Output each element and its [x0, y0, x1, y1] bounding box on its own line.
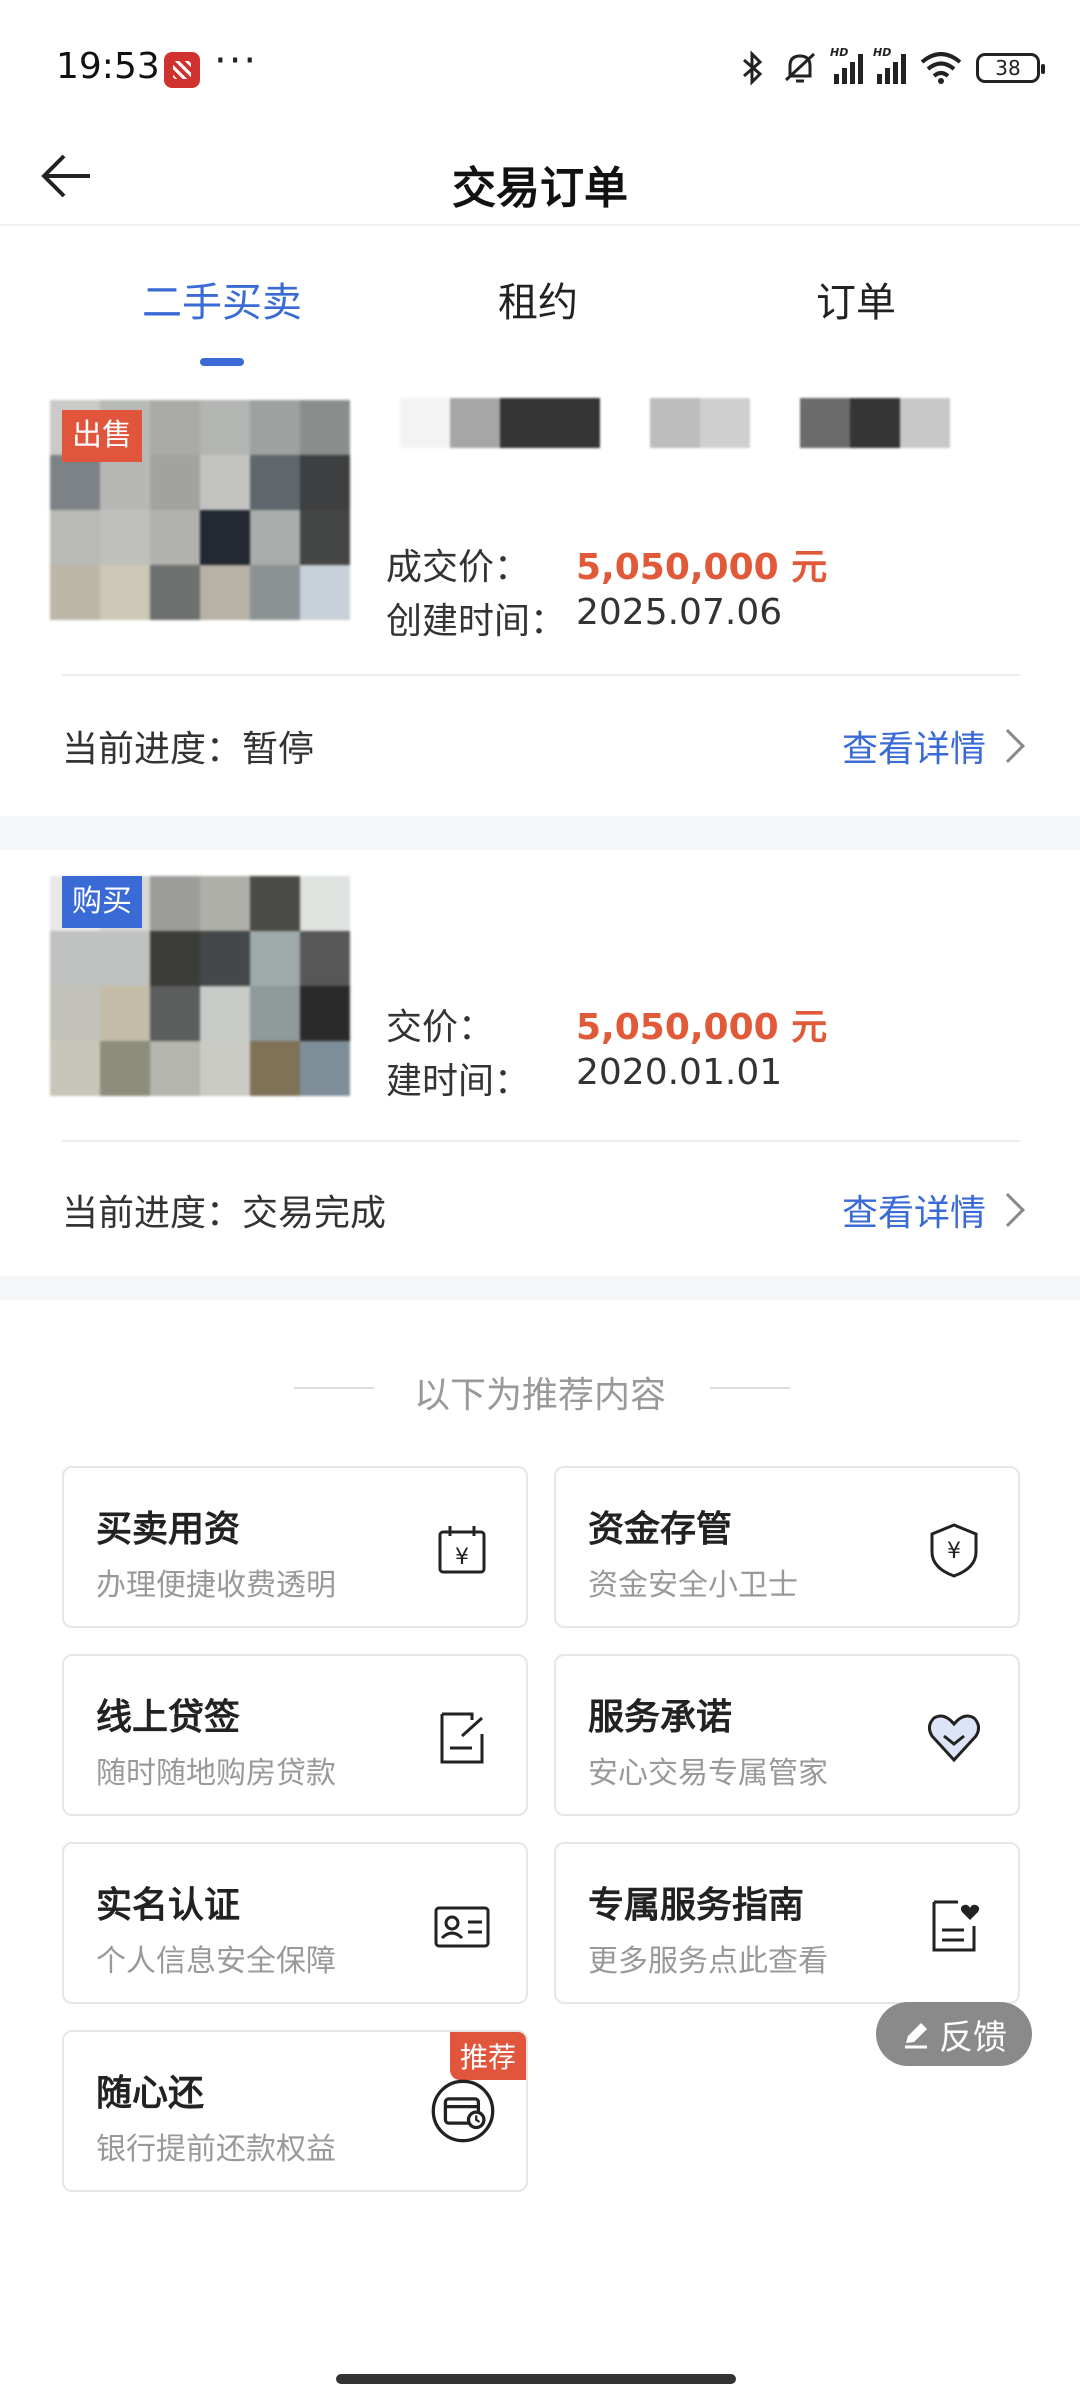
date-label: 建时间： — [386, 1061, 531, 1102]
status-time: 19:53 — [56, 46, 160, 87]
service-title: 线上贷签 — [96, 1697, 241, 1738]
service-card-early-repayment[interactable]: 随心还 银行提前还款权益 推荐 — [62, 2030, 528, 2192]
view-detail-label: 查看详情 — [841, 1193, 986, 1234]
tab-bar: 二手买卖 租约 订单 — [0, 270, 1080, 370]
feedback-button[interactable]: 反馈 — [876, 2002, 1032, 2066]
created-date: 2025.07.06 — [576, 592, 783, 633]
progress-label: 当前进度： — [62, 1193, 243, 1234]
service-title: 买卖用资 — [96, 1509, 241, 1550]
app-notification-icon — [164, 52, 200, 88]
feedback-label: 反馈 — [939, 2017, 1007, 2058]
property-title-blurred — [400, 398, 950, 448]
view-detail-link[interactable]: 查看详情 — [841, 720, 1025, 772]
recommended-badge: 推荐 — [449, 2032, 526, 2080]
section-gap — [0, 1276, 1080, 1300]
card-clock-icon — [431, 2079, 495, 2143]
calendar-yuan-icon: ¥ — [438, 1526, 486, 1574]
order-card[interactable]: 出售 成交价： 5,050,000 元 创建时间： 2025.07.06 当前进… — [0, 390, 1080, 810]
wifi-icon — [920, 52, 962, 84]
created-date: 2020.01.01 — [576, 1052, 783, 1093]
more-notifications-icon: ··· — [214, 38, 259, 84]
service-title: 专属服务指南 — [588, 1885, 805, 1926]
tab-second-hand[interactable]: 二手买卖 — [72, 270, 372, 328]
tab-lease[interactable]: 租约 — [388, 270, 688, 328]
tab-active-indicator — [200, 358, 244, 366]
deal-price: 5,050,000 元 — [576, 1007, 828, 1048]
deal-price: 5,050,000 元 — [576, 547, 828, 588]
date-label: 创建时间： — [386, 601, 567, 642]
nav-divider — [0, 224, 1080, 226]
view-detail-label: 查看详情 — [841, 729, 986, 770]
service-title: 实名认证 — [96, 1885, 241, 1926]
service-subtitle: 银行提前还款权益 — [96, 2132, 336, 2167]
service-card-fund-custody[interactable]: 资金存管 资金安全小卫士 ¥ — [554, 1466, 1020, 1628]
page-title: 交易订单 — [452, 163, 628, 214]
service-subtitle: 安心交易专属管家 — [588, 1756, 828, 1791]
signal-icon-2: HD — [873, 46, 906, 84]
order-card[interactable]: 购买 交价： 5,050,000 元 建时间： 2020.01.01 当前进度：… — [0, 850, 1080, 1270]
service-card-transaction-funds[interactable]: 买卖用资 办理便捷收费透明 ¥ — [62, 1466, 528, 1628]
service-subtitle: 资金安全小卫士 — [588, 1568, 798, 1603]
buy-tag: 购买 — [62, 876, 142, 928]
recommend-heading: 以下为推荐内容 — [413, 1375, 666, 1416]
service-card-service-promise[interactable]: 服务承诺 安心交易专属管家 — [554, 1654, 1020, 1816]
mute-icon — [784, 52, 816, 83]
document-sign-icon — [440, 1712, 484, 1764]
card-divider — [62, 674, 1020, 676]
section-gap — [0, 816, 1080, 850]
service-subtitle: 随时随地购房贷款 — [96, 1756, 336, 1791]
progress-status: 当前进度：交易完成 — [62, 1184, 386, 1236]
id-card-icon — [434, 1906, 490, 1948]
progress-label: 当前进度： — [62, 729, 243, 770]
service-card-online-loan[interactable]: 线上贷签 随时随地购房贷款 — [62, 1654, 528, 1816]
progress-value: 暂停 — [242, 729, 315, 770]
tab-orders[interactable]: 订单 — [706, 270, 1006, 328]
signal-icon: HD — [830, 46, 863, 84]
navbar: 交易订单 — [0, 130, 1080, 226]
battery-icon: 38 — [976, 53, 1045, 83]
sell-tag: 出售 — [62, 410, 142, 462]
service-subtitle: 个人信息安全保障 — [96, 1944, 336, 1979]
home-indicator[interactable] — [336, 2374, 736, 2384]
price-label: 交价： — [386, 1007, 495, 1048]
svg-text:¥: ¥ — [455, 1545, 469, 1570]
card-divider — [62, 1140, 1020, 1142]
chevron-right-icon — [991, 1193, 1025, 1227]
system-icons: HD HD 38 — [740, 46, 1045, 88]
chevron-right-icon — [991, 729, 1025, 763]
service-title: 随心还 — [96, 2073, 205, 2114]
guide-heart-icon — [932, 1900, 980, 1952]
service-card-real-name[interactable]: 实名认证 个人信息安全保障 — [62, 1842, 528, 2004]
service-title: 服务承诺 — [588, 1697, 733, 1738]
svg-text:¥: ¥ — [947, 1539, 961, 1564]
price-label: 成交价： — [386, 547, 531, 588]
view-detail-link[interactable]: 查看详情 — [841, 1184, 1025, 1236]
progress-status: 当前进度：暂停 — [62, 720, 314, 772]
shield-yuan-icon: ¥ — [930, 1523, 978, 1578]
service-card-service-guide[interactable]: 专属服务指南 更多服务点此查看 — [554, 1842, 1020, 2004]
edit-icon — [905, 2023, 927, 2049]
service-subtitle: 办理便捷收费透明 — [96, 1568, 336, 1603]
service-subtitle: 更多服务点此查看 — [588, 1944, 828, 1979]
status-bar: 19:53 ··· HD HD 38 — [0, 0, 1080, 130]
service-title: 资金存管 — [588, 1509, 733, 1550]
heart-check-icon — [927, 1714, 981, 1763]
progress-value: 交易完成 — [242, 1193, 387, 1234]
bluetooth-icon — [743, 50, 763, 86]
divider-line-right — [710, 1387, 790, 1389]
